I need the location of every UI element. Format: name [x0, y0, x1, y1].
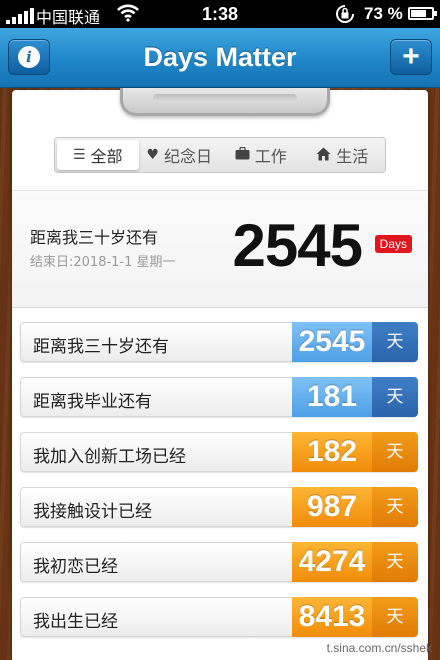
- clipboard-clip: [120, 88, 330, 116]
- filter-label: 全部: [90, 147, 123, 166]
- days-badge: Days: [374, 235, 412, 253]
- featured-event-title: 距离我三十岁还有: [30, 228, 159, 247]
- filter-anniversary[interactable]: ♥ 纪念日: [139, 140, 221, 170]
- event-unit: 天: [372, 322, 418, 362]
- plus-icon: +: [402, 40, 420, 73]
- event-row[interactable]: 距离我三十岁还有 2545 天: [20, 322, 418, 362]
- event-row[interactable]: 我接触设计已经 987 天: [20, 487, 418, 527]
- event-unit: 天: [372, 542, 418, 582]
- event-unit: 天: [372, 432, 418, 472]
- event-count: 8413: [292, 597, 372, 637]
- filter-label: 纪念日: [164, 147, 213, 166]
- event-label: 距离我三十岁还有: [33, 337, 169, 357]
- event-label: 我初恋已经: [33, 557, 118, 577]
- featured-event-end-date: 结束日:2018-1-1 星期一: [30, 255, 176, 270]
- event-unit: 天: [372, 597, 418, 637]
- event-row[interactable]: 我加入创新工场已经 182 天: [20, 432, 418, 472]
- event-count: 987: [292, 487, 372, 527]
- event-unit: 天: [372, 487, 418, 527]
- home-icon: [316, 147, 331, 164]
- event-count: 4274: [292, 542, 372, 582]
- event-label: 我接触设计已经: [33, 502, 152, 522]
- filter-work[interactable]: 工作: [220, 140, 302, 170]
- briefcase-icon: [235, 146, 250, 163]
- event-row[interactable]: 我出生已经 8413 天: [20, 597, 418, 637]
- category-filter: ☰ 全部 ♥ 纪念日 工作 生活: [54, 137, 386, 173]
- featured-event-count: 2545: [232, 212, 363, 279]
- filter-all[interactable]: ☰ 全部: [57, 140, 139, 170]
- nav-bar: i Days Matter +: [0, 28, 440, 88]
- event-row[interactable]: 距离我毕业还有 181 天: [20, 377, 418, 417]
- filter-life[interactable]: 生活: [302, 140, 384, 170]
- event-count: 2545: [292, 322, 372, 362]
- event-label: 我加入创新工场已经: [33, 447, 186, 467]
- event-row[interactable]: 我初恋已经 4274 天: [20, 542, 418, 582]
- status-bar: 中国联通 1:38 73 %: [0, 0, 440, 28]
- battery-icon: [408, 7, 437, 20]
- event-count: 181: [292, 377, 372, 417]
- heart-icon: ♥: [146, 147, 160, 163]
- featured-event-card[interactable]: 距离我三十岁还有 结束日:2018-1-1 星期一 2545 Days: [12, 190, 428, 308]
- filter-label: 工作: [254, 147, 287, 166]
- list-icon: ☰: [72, 147, 86, 163]
- watermark: t.sina.com.cn/sshek: [326, 641, 432, 655]
- event-label: 距离我毕业还有: [33, 392, 152, 412]
- app-title: Days Matter: [143, 42, 297, 72]
- battery-percentage: 73 %: [364, 4, 403, 23]
- filter-label: 生活: [336, 147, 369, 166]
- rotation-lock-icon: [334, 4, 356, 29]
- event-label: 我出生已经: [33, 612, 118, 632]
- event-unit: 天: [372, 377, 418, 417]
- add-event-button[interactable]: +: [390, 39, 432, 75]
- event-count: 182: [292, 432, 372, 472]
